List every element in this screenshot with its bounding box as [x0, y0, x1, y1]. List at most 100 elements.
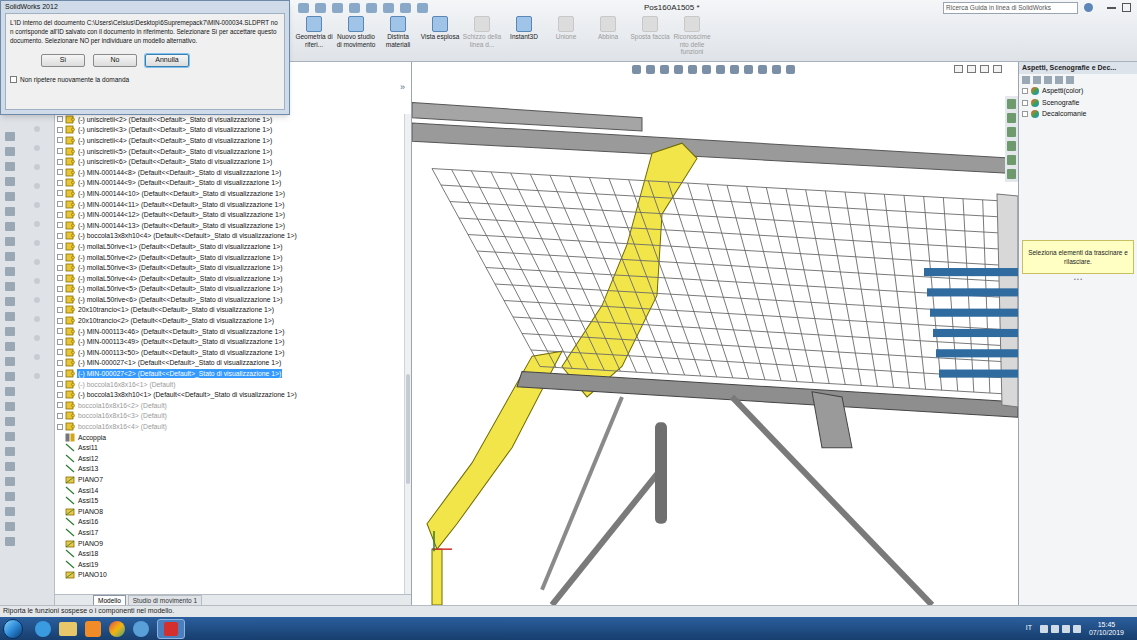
tree-row[interactable]: (-) MIN-000144<10> (Default<<Default>_St… — [57, 188, 404, 199]
scrollbar[interactable] — [404, 114, 411, 594]
expand-icon[interactable] — [57, 212, 63, 218]
ribbon-button[interactable]: Instant3D — [504, 15, 544, 41]
expand-icon[interactable] — [57, 201, 63, 207]
ribbon-button[interactable]: Schizzo della linea d... — [462, 15, 502, 48]
expand-icon[interactable] — [57, 413, 63, 419]
tree-row[interactable]: (-) unisciretii<4> (Default<<Default>_St… — [57, 135, 404, 146]
tree-row[interactable]: Assi13 — [57, 464, 404, 475]
expand-icon[interactable] — [57, 275, 63, 281]
expand-icon[interactable] — [57, 222, 63, 228]
expand-icon[interactable] — [57, 402, 63, 408]
expand-icon[interactable] — [57, 180, 63, 186]
tree-row[interactable]: (-) MIN-000144<12> (Default<<Default>_St… — [57, 209, 404, 220]
tree-row[interactable]: boccola16x8x16<4> (Default) — [57, 421, 404, 432]
ribbon-button[interactable]: Distinta materiali — [378, 15, 418, 48]
tree-row[interactable]: PIANO10 — [57, 570, 404, 581]
graphics-viewport[interactable] — [412, 62, 1018, 605]
dialog-button[interactable]: Sì — [41, 54, 85, 67]
tree-row[interactable]: (-) MIN-000027<2> (Default<<Default>_Sta… — [57, 368, 404, 379]
ribbon-button[interactable]: Geometria di riferi... — [294, 15, 334, 48]
tree-row[interactable]: PIANO8 — [57, 506, 404, 517]
expand-icon[interactable] — [57, 116, 63, 122]
expand-icon[interactable] — [57, 307, 63, 313]
tree-row[interactable]: (-) MIN-000027<1> (Default<<Default>_Sta… — [57, 358, 404, 369]
appearance-item[interactable]: Scenografie — [1022, 98, 1134, 109]
tree-row[interactable]: (-) mollaL50rive<4> (Default<<Default>_S… — [57, 273, 404, 284]
tree-row[interactable]: (-) mollaL50rive<6> (Default<<Default>_S… — [57, 294, 404, 305]
splitter-grip[interactable]: • • • — [1019, 276, 1137, 282]
tree-row[interactable]: PIANO9 — [57, 538, 404, 549]
tree-row[interactable]: PIANO7 — [57, 474, 404, 485]
expand-icon[interactable] — [57, 254, 63, 260]
tree-row[interactable]: (-) MIN-000113<50> (Default<<Default>_St… — [57, 347, 404, 358]
expand-icon[interactable] — [57, 424, 63, 430]
tree-row[interactable]: Accoppia — [57, 432, 404, 443]
tree-row[interactable]: (-) mollaL50rive<3> (Default<<Default>_S… — [57, 262, 404, 273]
expand-icon[interactable] — [57, 190, 63, 196]
expand-icon[interactable] — [57, 339, 63, 345]
expand-icon[interactable] — [57, 349, 63, 355]
tree-row[interactable]: (-) unisciretii<3> (Default<<Default>_St… — [57, 125, 404, 136]
tree-row[interactable]: (-) unisciretii<6> (Default<<Default>_St… — [57, 156, 404, 167]
collapse-button[interactable]: » — [400, 81, 405, 95]
expand-icon[interactable] — [57, 381, 63, 387]
tree-row[interactable]: (-) boccola13x8xh10<4> (Default<<Default… — [57, 231, 404, 242]
expand-icon[interactable] — [57, 159, 63, 165]
help-search[interactable]: Ricerca Guida in linea di SolidWorks — [943, 2, 1078, 14]
tree-row[interactable]: 20x10trancio<1> (Default<<Default>_Stato… — [57, 305, 404, 316]
tree-row[interactable]: (-) mollaL50rive<5> (Default<<Default>_S… — [57, 284, 404, 295]
expand-icon[interactable] — [57, 169, 63, 175]
ribbon-button[interactable]: Vista esplosa — [420, 15, 460, 41]
language-indicator[interactable]: IT — [1026, 623, 1032, 634]
tree-row[interactable]: Assi11 — [57, 442, 404, 453]
ribbon-button[interactable]: Nuovo studio di movimento — [336, 15, 376, 48]
tree-row[interactable]: (-) mollaL50rive<2> (Default<<Default>_S… — [57, 252, 404, 263]
tree-row[interactable]: Assi17 — [57, 527, 404, 538]
expand-icon[interactable] — [57, 392, 63, 398]
dialog-checkbox[interactable]: Non ripetere nuovamente la domanda — [10, 75, 280, 85]
tree-row[interactable]: Assi15 — [57, 495, 404, 506]
expand-icon[interactable] — [57, 371, 63, 377]
tree-row[interactable]: (-) MIN-000113<49> (Default<<Default>_St… — [57, 336, 404, 347]
tree-row[interactable]: Assi14 — [57, 485, 404, 496]
expand-icon[interactable] — [57, 233, 63, 239]
tree-row[interactable]: Assi16 — [57, 517, 404, 528]
expand-icon[interactable] — [57, 127, 63, 133]
expand-icon[interactable] — [57, 286, 63, 292]
tree-row[interactable]: (-) MIN-000113<46> (Default<<Default>_St… — [57, 326, 404, 337]
clock[interactable]: 15:4507/10/2019 — [1089, 621, 1134, 637]
tree-row[interactable]: (-) MIN-000144<8> (Default<<Default>_Sta… — [57, 167, 404, 178]
tree-row[interactable]: (-) boccola13x8xh10<1> (Default<<Default… — [57, 389, 404, 400]
tree-row[interactable]: (-) MIN-000144<9> (Default<<Default>_Sta… — [57, 178, 404, 189]
appearance-item[interactable]: Aspetti(color) — [1022, 86, 1134, 97]
tree-row[interactable]: boccola16x8x16<2> (Default) — [57, 400, 404, 411]
tree-row[interactable]: (-) MIN-000144<13> (Default<<Default>_St… — [57, 220, 404, 231]
tree-row[interactable]: 20x10trancio<2> (Default<<Default>_Stato… — [57, 315, 404, 326]
model-tab[interactable]: Studio di movimento 1 — [128, 595, 202, 605]
expand-icon[interactable] — [57, 265, 63, 271]
solidworks-taskbar-button[interactable] — [157, 619, 185, 639]
tree-row[interactable]: Assi18 — [57, 548, 404, 559]
tree-row[interactable]: (-) boccola16x8x16<1> (Default) — [57, 379, 404, 390]
ribbon-button[interactable]: Riconoscimento delle funzioni — [672, 15, 712, 56]
expand-icon[interactable] — [57, 296, 63, 302]
bed-model-drawing[interactable] — [412, 62, 1018, 605]
tree-row[interactable]: (-) unisciretii<2> (Default<<Default>_St… — [57, 114, 404, 125]
ribbon-button[interactable]: Unione — [546, 15, 586, 41]
ribbon-button[interactable]: Sposta faccia — [630, 15, 670, 41]
expand-icon[interactable] — [57, 360, 63, 366]
tree-row[interactable]: (-) unisciretii<5> (Default<<Default>_St… — [57, 146, 404, 157]
expand-icon[interactable] — [57, 137, 63, 143]
tree-row[interactable]: boccola16x8x16<3> (Default) — [57, 411, 404, 422]
dialog-button[interactable]: No — [93, 54, 137, 67]
dialog-button[interactable]: Annulla — [145, 54, 189, 67]
tree-row[interactable]: Assi19 — [57, 559, 404, 570]
expand-icon[interactable] — [57, 148, 63, 154]
tree-row[interactable]: (-) MIN-000144<11> (Default<<Default>_St… — [57, 199, 404, 210]
appearance-item[interactable]: Decalcomanie — [1022, 109, 1134, 120]
expand-icon[interactable] — [57, 318, 63, 324]
tree-row[interactable]: (-) mollaL50rive<1> (Default<<Default>_S… — [57, 241, 404, 252]
expand-icon[interactable] — [57, 328, 63, 334]
ribbon-button[interactable]: Abbina — [588, 15, 628, 41]
expand-icon[interactable] — [57, 243, 63, 249]
